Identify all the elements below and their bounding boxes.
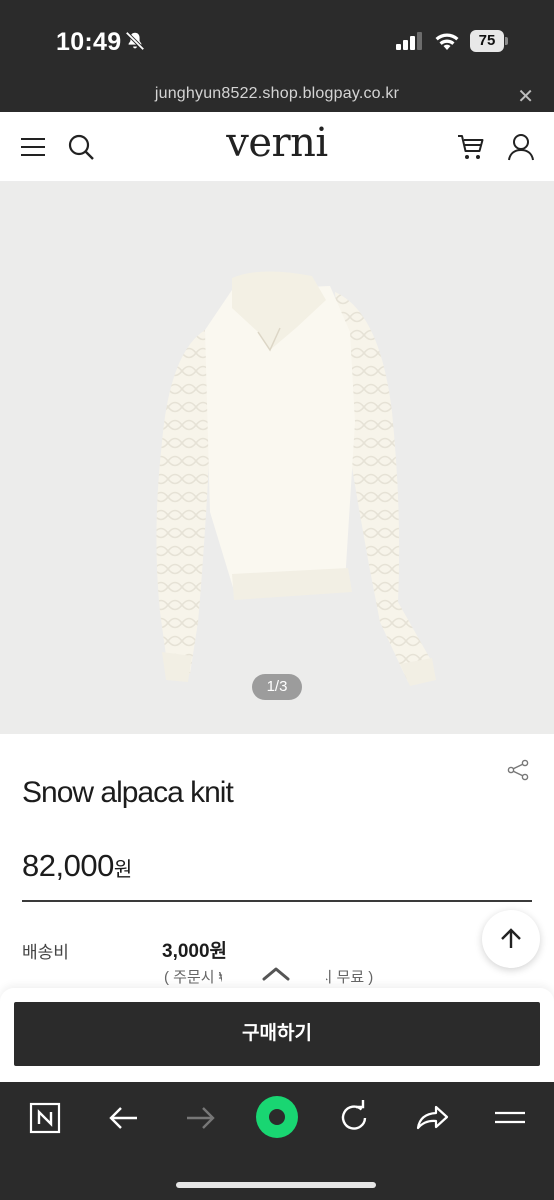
reload-icon[interactable]: [332, 1096, 376, 1140]
wifi-icon: [435, 33, 459, 50]
scroll-top-button[interactable]: [482, 910, 540, 968]
price-value: 82,000: [22, 848, 114, 883]
menu-icon[interactable]: [488, 1096, 532, 1140]
image-page-indicator: 1/3: [252, 674, 302, 700]
battery-level: 75: [470, 30, 504, 52]
site-header: verni: [0, 112, 554, 182]
status-bar: 10:49 75: [0, 0, 554, 80]
shipping-label: 배송비: [22, 943, 69, 962]
chevron-up-icon[interactable]: [258, 962, 294, 984]
sweater-illustration: [156, 271, 436, 686]
price-unit: 원: [113, 859, 133, 881]
share-icon[interactable]: [506, 758, 530, 782]
signal-icon: [396, 32, 422, 50]
product-title: Snow alpaca knit: [22, 776, 234, 809]
battery-icon: 75: [470, 30, 508, 52]
naver-n-icon[interactable]: [24, 1096, 68, 1140]
back-arrow-icon[interactable]: [102, 1096, 146, 1140]
shipping-value: 3,000원: [162, 941, 228, 962]
share-icon[interactable]: [410, 1096, 454, 1140]
forward-arrow-icon[interactable]: [178, 1096, 222, 1140]
divider: [22, 900, 532, 902]
user-icon[interactable]: [506, 132, 536, 162]
url-bar[interactable]: junghyun8522.shop.blogpay.co.kr ✕: [0, 80, 554, 112]
status-time: 10:49: [56, 28, 122, 56]
green-home-icon[interactable]: [254, 1094, 300, 1140]
cart-icon[interactable]: [456, 132, 486, 162]
buy-button[interactable]: 구매하기: [14, 1002, 540, 1066]
url-text[interactable]: junghyun8522.shop.blogpay.co.kr: [0, 85, 554, 103]
home-indicator[interactable]: [176, 1182, 376, 1188]
bell-off-icon: [125, 31, 145, 51]
product-price: 82,000원: [22, 848, 132, 884]
arrow-up-icon: [501, 928, 521, 948]
close-icon[interactable]: ✕: [517, 84, 534, 109]
product-image[interactable]: 1/3: [0, 182, 554, 734]
